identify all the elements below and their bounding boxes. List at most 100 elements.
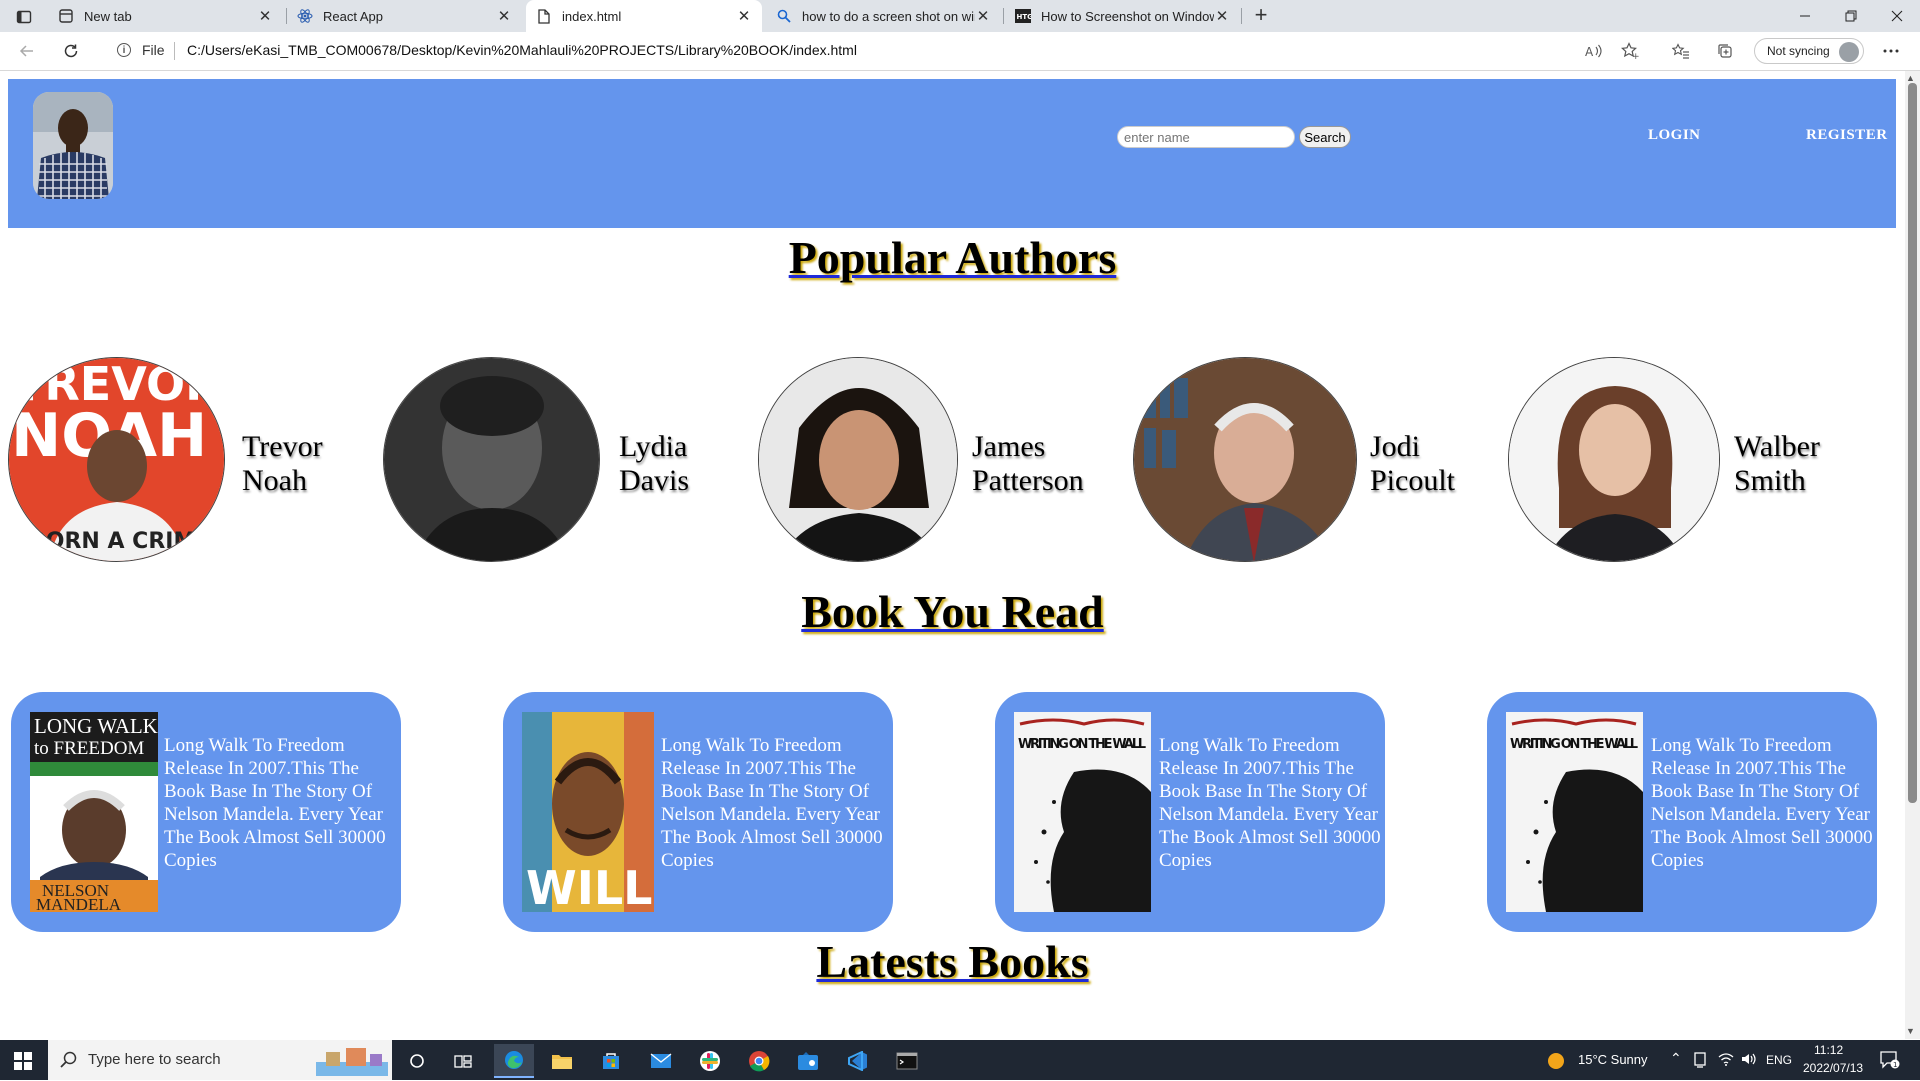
address-bar[interactable]: C:/Users/eKasi_TMB_COM00678/Desktop/Kevi… — [187, 42, 857, 58]
clock-time[interactable]: 11:12 — [1814, 1043, 1843, 1057]
edge-app-icon[interactable] — [494, 1044, 534, 1078]
browser-toolbar: i File C:/Users/eKasi_TMB_COM00678/Deskt… — [0, 32, 1920, 71]
author-photo — [758, 357, 958, 562]
more-menu-icon[interactable] — [1880, 40, 1902, 62]
author-card[interactable]: Jodi Picoult — [1133, 357, 1473, 562]
close-icon[interactable]: ✕ — [1214, 7, 1230, 25]
author-photo — [1133, 357, 1357, 562]
language-indicator[interactable]: ENG — [1766, 1053, 1792, 1067]
site-logo-avatar — [33, 92, 113, 199]
cortana-icon[interactable] — [397, 1044, 437, 1078]
read-aloud-icon[interactable]: A — [1583, 40, 1605, 62]
mail-icon[interactable] — [641, 1044, 681, 1078]
cover-title: WRITING ON THE WALL — [1018, 737, 1146, 752]
chrome-icon[interactable] — [739, 1044, 779, 1078]
tab-index-html[interactable]: index.html ✕ — [526, 0, 762, 32]
taskbar-search-placeholder: Type here to search — [88, 1051, 221, 1068]
tab-actions-icon[interactable] — [10, 6, 38, 28]
favorite-star-icon[interactable]: + — [1619, 40, 1641, 62]
slack-icon[interactable] — [690, 1044, 730, 1078]
book-description: Long Walk To Freedom Release In 2007.Thi… — [661, 735, 883, 871]
windows-taskbar: Type here to search 15°C Sunny ⌃ ENG 11:… — [0, 1040, 1920, 1080]
taskbar-search-box[interactable]: Type here to search — [48, 1040, 392, 1080]
author-card[interactable]: Walber Smith — [1508, 357, 1888, 562]
page-viewport: Search LOGIN REGISTER Popular Authors TR… — [0, 71, 1905, 1039]
device-icon[interactable] — [1693, 1052, 1707, 1073]
book-description: Long Walk To Freedom Release In 2007.Thi… — [1651, 735, 1873, 871]
clock-date[interactable]: 2022/07/13 — [1803, 1061, 1863, 1075]
refresh-icon[interactable] — [60, 40, 82, 62]
weather-sun-icon[interactable] — [1547, 1052, 1565, 1075]
book-cover-image: WILL — [522, 712, 654, 912]
author-last-name: Patterson — [972, 464, 1084, 497]
author-last-name: Noah — [242, 464, 307, 497]
author-name: Jodi Picoult — [1370, 430, 1455, 498]
author-first-name: Jodi — [1370, 430, 1421, 463]
book-description: Long Walk To Freedom Release In 2007.Thi… — [1159, 735, 1381, 871]
htg-icon: HTG — [1015, 8, 1031, 24]
close-icon[interactable]: ✕ — [736, 7, 752, 25]
tray-overflow-chevron-icon[interactable]: ⌃ — [1670, 1050, 1682, 1067]
notifications-icon[interactable]: 1 — [1880, 1051, 1900, 1074]
tab-divider — [1003, 8, 1004, 24]
windows-start-icon[interactable] — [14, 1052, 32, 1070]
search-highlight-art-icon — [316, 1044, 388, 1076]
tab-react-app[interactable]: React App ✕ — [287, 0, 522, 32]
search-button[interactable]: Search — [1299, 126, 1351, 148]
tab-search-screenshot[interactable]: how to do a screen shot on wind ✕ — [766, 0, 1001, 32]
vscode-icon[interactable] — [838, 1044, 878, 1078]
profile-sync-button[interactable]: Not syncing — [1754, 38, 1864, 64]
book-card[interactable]: WILL Long Walk To Freedom Release In 200… — [503, 692, 893, 932]
book-card[interactable]: WRITING ON THE WALL Long Walk To Freedom… — [1487, 692, 1877, 932]
collections-icon[interactable] — [1714, 40, 1736, 62]
author-card[interactable]: James Patterson — [758, 357, 1118, 562]
close-icon[interactable]: ✕ — [975, 7, 991, 25]
tab-how-to-screenshot[interactable]: HTG How to Screenshot on Windows ✕ — [1005, 0, 1240, 32]
author-card[interactable]: TREVOR NOAH BORN A CRIME Trevor Noah — [8, 357, 368, 562]
latest-books-heading: Latests Books — [816, 936, 1089, 987]
cover-title: WILL — [526, 861, 652, 912]
tab-new-tab[interactable]: New tab ✕ — [48, 0, 283, 32]
tab-label: New tab — [84, 8, 132, 24]
author-first-name: James — [972, 430, 1046, 463]
author-name: Lydia Davis — [619, 430, 689, 498]
scroll-down-arrow-icon[interactable]: ▼ — [1906, 1026, 1915, 1036]
volume-icon[interactable] — [1741, 1052, 1757, 1071]
store-icon[interactable] — [591, 1044, 631, 1078]
book-card[interactable]: LONG WALK to FREEDOM NELSON MANDELA Long… — [11, 692, 401, 932]
favorites-list-icon[interactable] — [1670, 40, 1692, 62]
close-window-button[interactable] — [1874, 0, 1920, 32]
author-photo — [1508, 357, 1720, 562]
author-first-name: Lydia — [619, 430, 688, 463]
register-link[interactable]: REGISTER — [1806, 127, 1888, 144]
file-explorer-icon[interactable] — [542, 1044, 582, 1078]
login-link[interactable]: LOGIN — [1648, 127, 1701, 144]
restore-button[interactable] — [1828, 0, 1874, 32]
books-you-read-heading: Book You Read — [801, 586, 1104, 637]
scroll-up-arrow-icon[interactable]: ▲ — [1906, 73, 1915, 83]
scrollbar-thumb[interactable] — [1908, 83, 1917, 803]
newtab-icon — [58, 8, 74, 24]
close-icon[interactable]: ✕ — [496, 7, 512, 25]
book-card[interactable]: WRITING ON THE WALL Long Walk To Freedom… — [995, 692, 1385, 932]
close-icon[interactable]: ✕ — [257, 7, 273, 25]
author-search-input[interactable] — [1117, 126, 1295, 148]
author-card[interactable]: Lydia Davis — [383, 357, 723, 562]
terminal-icon[interactable] — [887, 1044, 927, 1078]
weather-text[interactable]: 15°C Sunny — [1578, 1052, 1648, 1067]
book-cover-image: WRITING ON THE WALL — [1014, 712, 1151, 912]
author-name: James Patterson — [972, 430, 1084, 498]
new-tab-button[interactable]: + — [1248, 4, 1274, 28]
back-icon[interactable] — [16, 40, 38, 62]
snip-sketch-icon[interactable] — [788, 1044, 828, 1078]
author-last-name: Picoult — [1370, 464, 1456, 497]
info-icon[interactable]: i — [117, 43, 131, 57]
address-divider — [174, 42, 175, 60]
cover-title-mid: to FREEDOM — [34, 738, 144, 759]
tab-label: React App — [323, 8, 383, 24]
minimize-button[interactable] — [1782, 0, 1828, 32]
site-header: Search LOGIN REGISTER — [8, 79, 1896, 228]
task-view-icon[interactable] — [443, 1044, 483, 1078]
react-icon — [297, 8, 313, 24]
wifi-icon[interactable] — [1718, 1052, 1734, 1071]
